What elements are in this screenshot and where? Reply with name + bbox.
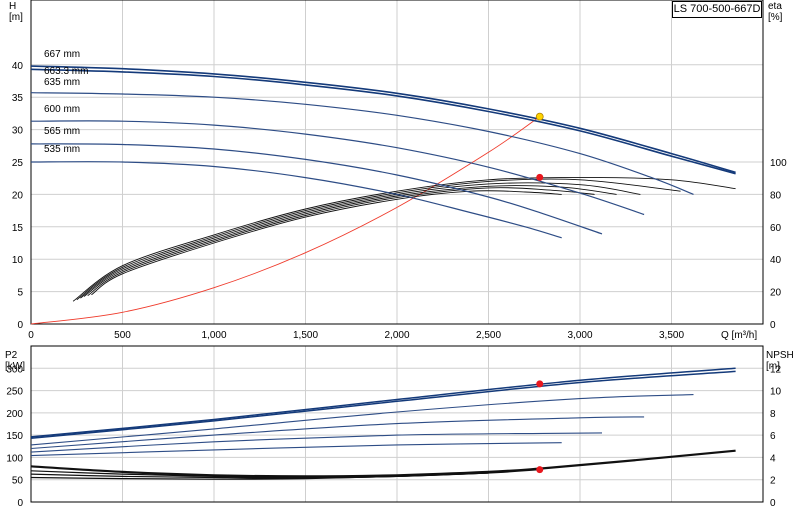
x-tick-label: 3,000 bbox=[567, 330, 592, 341]
npsh-tick-label: 10 bbox=[770, 387, 782, 398]
head-curve-label: 600 mm bbox=[44, 104, 80, 115]
h-tick-label: 20 bbox=[12, 190, 24, 201]
h-tick-label: 25 bbox=[12, 158, 24, 169]
x-tick-label: 0 bbox=[28, 330, 34, 341]
efficiency-curve bbox=[87, 187, 595, 296]
eta-tick-label: 20 bbox=[770, 288, 782, 299]
h-tick-label: 30 bbox=[12, 126, 24, 137]
duty-point bbox=[535, 112, 544, 121]
duty-point bbox=[536, 173, 544, 181]
power-curve bbox=[30, 442, 562, 457]
efficiency-curve bbox=[80, 182, 641, 299]
power-curve bbox=[30, 394, 694, 446]
x-tick-label: 1,500 bbox=[293, 330, 318, 341]
eta-tick-label: 40 bbox=[770, 255, 782, 266]
h-tick-label: 10 bbox=[12, 255, 24, 266]
npsh-tick-label: 2 bbox=[770, 476, 776, 487]
eta-tick-label: 60 bbox=[770, 223, 782, 234]
p2-axis-title: P2 [kW] bbox=[5, 350, 25, 372]
eta-tick-label: 80 bbox=[770, 190, 782, 201]
h-axis-title: H [m] bbox=[9, 1, 23, 23]
h-tick-label: 35 bbox=[12, 93, 24, 104]
p2-tick-label: 250 bbox=[6, 387, 23, 398]
power-curve bbox=[30, 370, 736, 440]
npsh-curve bbox=[30, 449, 736, 478]
p2-tick-label: 150 bbox=[6, 431, 23, 442]
head-curve bbox=[30, 143, 603, 235]
q-axis-title: Q [m³/h] bbox=[721, 330, 757, 341]
x-tick-label: 3,500 bbox=[659, 330, 684, 341]
x-tick-label: 500 bbox=[114, 330, 131, 341]
h-tick-label: 15 bbox=[12, 223, 24, 234]
head-curve-label: 535 mm bbox=[44, 144, 80, 155]
eta-axis-title: eta [%] bbox=[768, 1, 783, 23]
head-curve bbox=[30, 65, 736, 174]
npsh-tick-label: 8 bbox=[770, 409, 776, 420]
npsh-tick-label: 4 bbox=[770, 453, 776, 464]
x-tick-label: 1,000 bbox=[201, 330, 226, 341]
head-curve-label: 565 mm bbox=[44, 126, 80, 137]
model-label: LS 700-500-667D bbox=[672, 1, 762, 18]
eta-tick-label: 100 bbox=[770, 158, 787, 169]
x-tick-label: 2,000 bbox=[384, 330, 409, 341]
p2-tick-label: 200 bbox=[6, 409, 23, 420]
x-tick-label: 2,500 bbox=[476, 330, 501, 341]
head-curve-label: 663.3 mm bbox=[44, 66, 88, 77]
p2-tick-label: 50 bbox=[12, 476, 24, 487]
duty-point bbox=[536, 466, 544, 474]
h-tick-label: 40 bbox=[12, 61, 24, 72]
p2-tick-label: 100 bbox=[6, 453, 23, 464]
p2-tick-label: 0 bbox=[17, 498, 23, 509]
pump-performance-chart: 0 500 1,000 1,500 2,000 2,500 3,000 3,500051015… bbox=[5, 0, 794, 509]
head-curve bbox=[30, 92, 694, 195]
head-curve-label: 635 mm bbox=[44, 77, 80, 88]
head-curve-label: 667 mm bbox=[44, 49, 80, 60]
eta-tick-label: 0 bbox=[770, 320, 776, 331]
h-tick-label: 0 bbox=[17, 320, 23, 331]
duty-point bbox=[536, 380, 544, 388]
npsh-tick-label: 6 bbox=[770, 431, 776, 442]
npsh-tick-label: 0 bbox=[770, 498, 776, 509]
h-tick-label: 5 bbox=[17, 288, 23, 299]
